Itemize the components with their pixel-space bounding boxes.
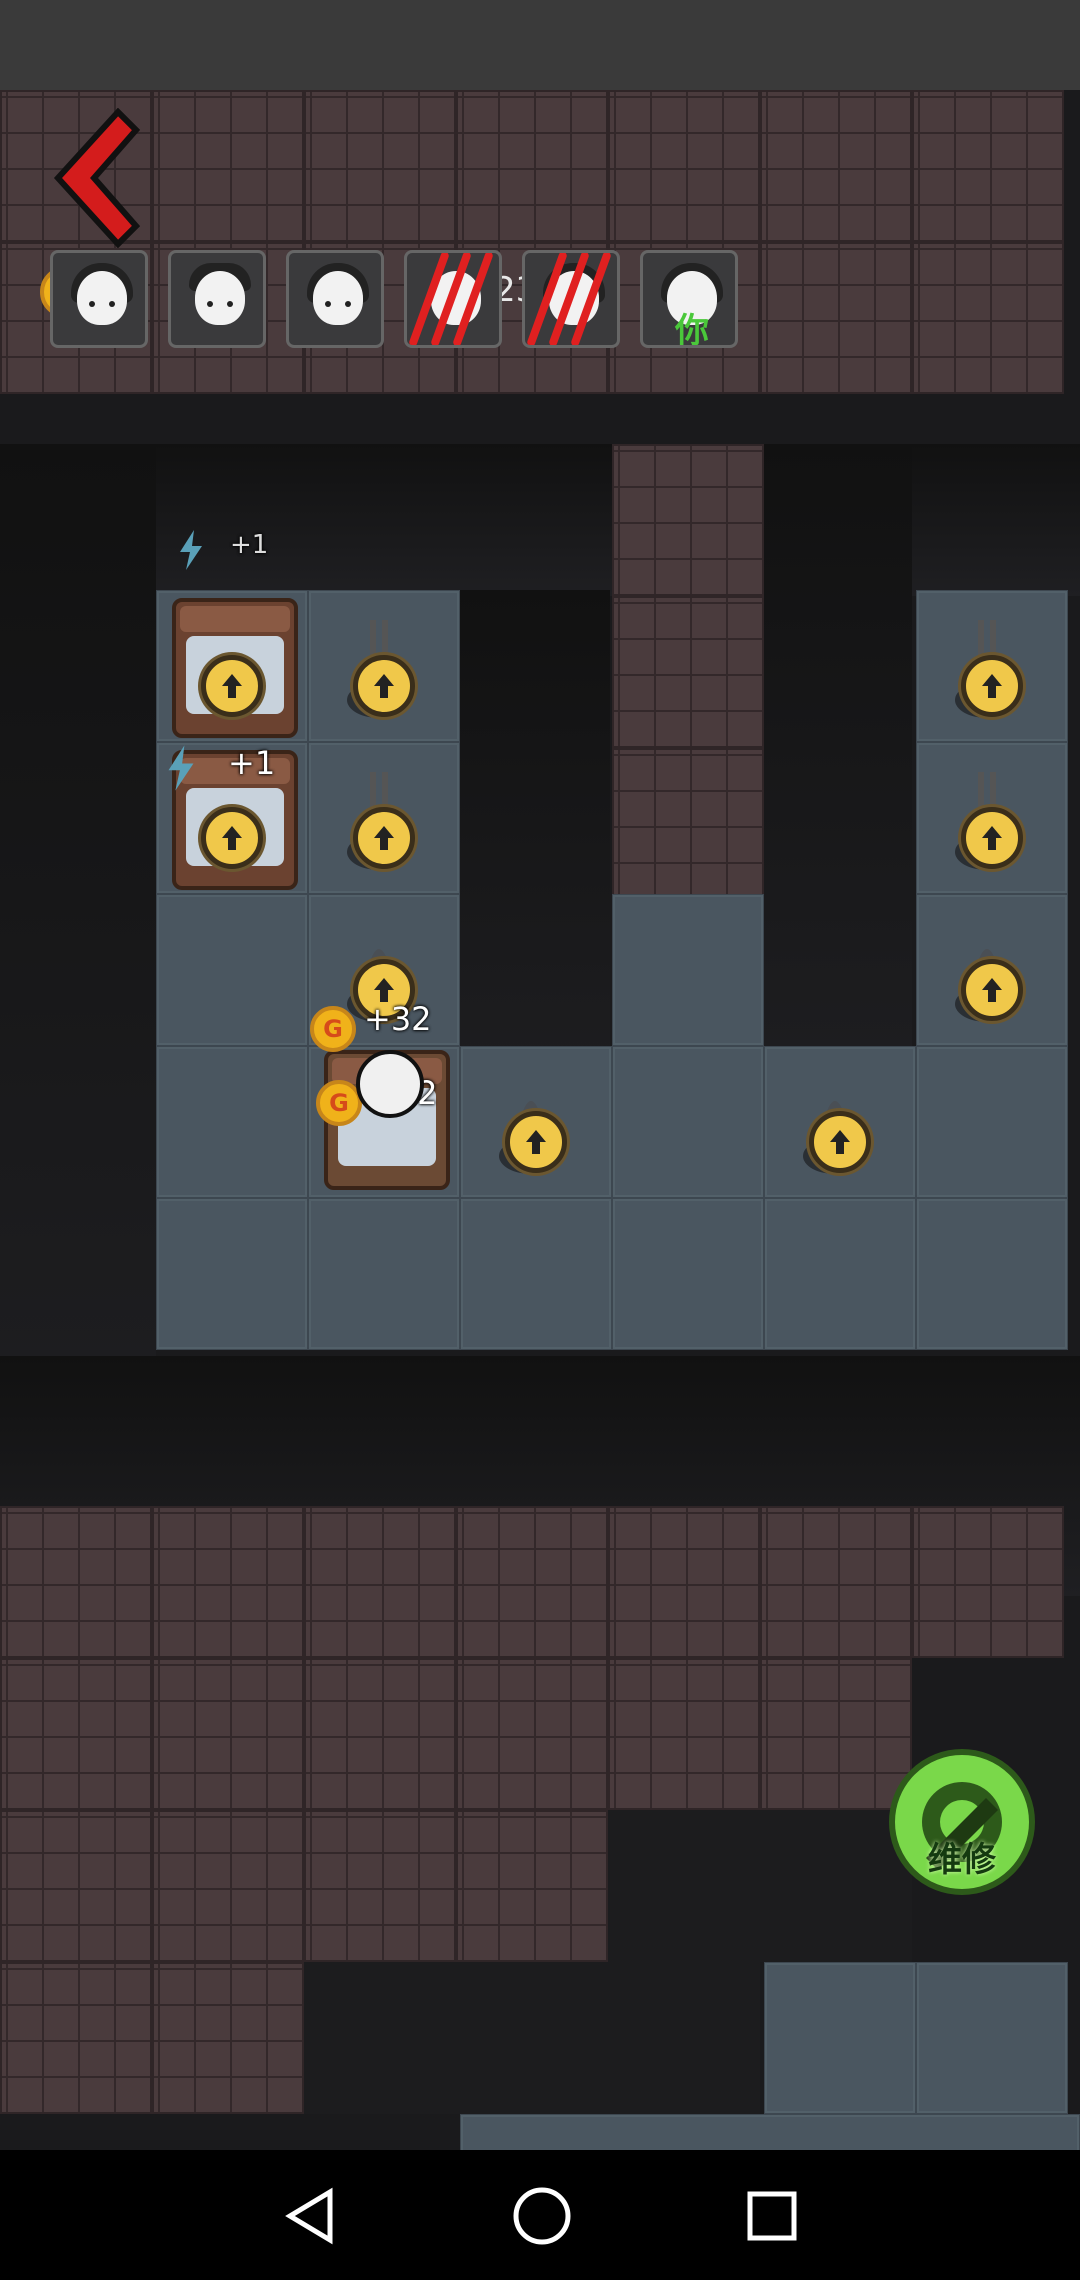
brick-tile bbox=[912, 90, 1064, 242]
coin-icon: G bbox=[310, 1006, 356, 1052]
brick-tile bbox=[304, 1810, 456, 1962]
brick-tile bbox=[760, 242, 912, 394]
floor-tile[interactable] bbox=[764, 1198, 916, 1350]
arrow-up-icon bbox=[222, 674, 242, 698]
arrow-up-icon bbox=[982, 978, 1002, 1002]
dark-corridor bbox=[608, 1810, 912, 1962]
upgrade-button[interactable] bbox=[201, 807, 263, 869]
floor-tile[interactable] bbox=[916, 1198, 1068, 1350]
portrait-2[interactable] bbox=[168, 250, 266, 348]
portrait-5-clawed[interactable] bbox=[522, 250, 620, 348]
portrait-you[interactable]: 你 bbox=[640, 250, 738, 348]
arrow-up-icon bbox=[982, 826, 1002, 850]
brick-tile bbox=[152, 90, 304, 242]
status-bar bbox=[0, 0, 1080, 90]
brick-tile bbox=[912, 1506, 1064, 1658]
upgrade-button[interactable] bbox=[961, 807, 1023, 869]
brick-tile bbox=[456, 1810, 608, 1962]
brick-tile bbox=[152, 1658, 304, 1810]
portrait-3[interactable] bbox=[286, 250, 384, 348]
arrow-up-icon bbox=[374, 674, 394, 698]
brick-tile bbox=[760, 90, 912, 242]
arrow-up-icon bbox=[830, 1130, 850, 1154]
floor-tile[interactable] bbox=[156, 1198, 308, 1350]
floor-tile[interactable] bbox=[156, 894, 308, 1046]
brick-tile bbox=[0, 1810, 152, 1962]
brick-tile bbox=[612, 748, 764, 900]
arrow-up-icon bbox=[222, 826, 242, 850]
floor-tile[interactable] bbox=[612, 894, 764, 1046]
repair-button[interactable]: 维修 bbox=[886, 1746, 1038, 1898]
back-triangle-icon[interactable] bbox=[282, 2186, 338, 2246]
floor-tile[interactable] bbox=[612, 1198, 764, 1350]
home-circle-icon[interactable] bbox=[510, 2184, 574, 2248]
coin-icon: G bbox=[316, 1080, 362, 1126]
brick-tile bbox=[152, 1810, 304, 1962]
upgrade-button[interactable] bbox=[353, 655, 415, 717]
floor-tile[interactable] bbox=[916, 1962, 1068, 2114]
portrait-4-clawed[interactable] bbox=[404, 250, 502, 348]
wall-shadow bbox=[0, 444, 1080, 596]
upgrade-button[interactable] bbox=[201, 655, 263, 717]
brick-tile bbox=[152, 1962, 304, 2114]
arrow-up-icon bbox=[526, 1130, 546, 1154]
upgrade-button[interactable] bbox=[353, 807, 415, 869]
wall-shadow bbox=[0, 444, 156, 1504]
upgrade-button[interactable] bbox=[961, 655, 1023, 717]
you-label: 你 bbox=[675, 311, 709, 348]
dark-corridor bbox=[304, 1962, 760, 2114]
brick-tile bbox=[152, 1506, 304, 1658]
energy-icon bbox=[180, 530, 202, 570]
floor-tile[interactable] bbox=[764, 1962, 916, 2114]
upgrade-button[interactable] bbox=[809, 1111, 871, 1173]
brick-tile bbox=[612, 444, 764, 596]
brick-tile bbox=[0, 1658, 152, 1810]
floor-tile[interactable] bbox=[156, 1046, 308, 1198]
brick-tile bbox=[912, 242, 1064, 394]
brick-tile bbox=[608, 1658, 760, 1810]
brick-tile bbox=[608, 90, 760, 242]
floor-tile[interactable] bbox=[460, 2114, 1080, 2150]
brick-tile bbox=[456, 90, 608, 242]
brick-tile bbox=[760, 1506, 912, 1658]
floor-tile[interactable] bbox=[612, 1046, 764, 1198]
brick-tile bbox=[612, 596, 764, 748]
brick-tile bbox=[304, 1658, 456, 1810]
game-map[interactable]: +1 +1 G +32 G +32 维修 bbox=[0, 90, 1080, 2150]
arrow-up-icon bbox=[374, 826, 394, 850]
recents-square-icon[interactable] bbox=[744, 2188, 800, 2244]
back-arrow-icon[interactable] bbox=[40, 108, 140, 248]
brick-tile bbox=[0, 1506, 152, 1658]
brick-tile bbox=[304, 1506, 456, 1658]
portrait-1[interactable] bbox=[50, 250, 148, 348]
player-character bbox=[356, 1050, 424, 1118]
floor-tile[interactable] bbox=[460, 1198, 612, 1350]
brick-tile bbox=[608, 1506, 760, 1658]
navigation-bar bbox=[0, 2150, 1080, 2280]
gold-gain-text: +32 bbox=[364, 1000, 432, 1038]
energy-icon bbox=[168, 745, 194, 791]
brick-tile bbox=[304, 90, 456, 242]
energy-gain-text: +1 bbox=[230, 530, 269, 560]
upgrade-button[interactable] bbox=[505, 1111, 567, 1173]
repair-label: 维修 bbox=[928, 1840, 996, 1880]
wall-shadow bbox=[762, 444, 912, 1144]
brick-tile bbox=[456, 1506, 608, 1658]
arrow-up-icon bbox=[982, 674, 1002, 698]
floor-tile[interactable] bbox=[308, 1198, 460, 1350]
bed-energy-gain-text: +1 bbox=[228, 744, 276, 782]
brick-tile bbox=[456, 1658, 608, 1810]
floor-tile[interactable] bbox=[916, 1046, 1068, 1198]
upgrade-button[interactable] bbox=[961, 959, 1023, 1021]
brick-tile bbox=[0, 1962, 152, 2114]
